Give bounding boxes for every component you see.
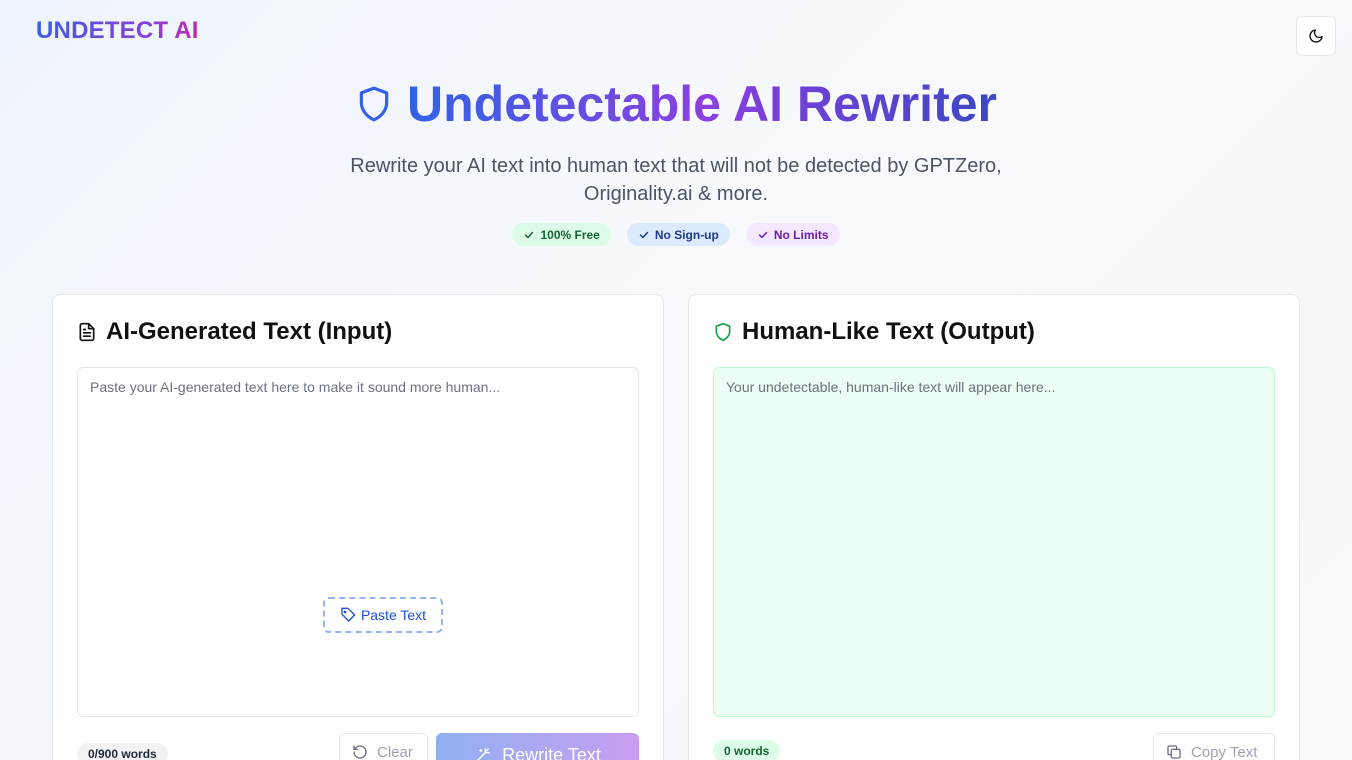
moon-icon	[1309, 29, 1323, 43]
input-card: AI-Generated Text (Input) Paste your AI-…	[52, 294, 664, 760]
brand-logo[interactable]: UNDETECT AI	[36, 17, 199, 45]
input-card-title: AI-Generated Text (Input)	[106, 318, 393, 345]
check-icon	[525, 231, 534, 238]
output-card-header: Human-Like Text (Output)	[713, 317, 1035, 347]
rewrite-label: Rewrite Text	[502, 744, 601, 760]
input-word-count: 0/900 words	[77, 743, 168, 760]
document-icon	[79, 322, 95, 342]
feature-badges: 100% Free No Sign-up No Limits	[0, 223, 1352, 246]
badge-free: 100% Free	[512, 223, 611, 246]
input-placeholder: Paste your AI-generated text here to mak…	[90, 379, 501, 395]
output-placeholder: Your undetectable, human-like text will …	[726, 379, 1056, 395]
badge-no-signup: No Sign-up	[626, 223, 730, 246]
input-textarea[interactable]: Paste your AI-generated text here to mak…	[77, 367, 639, 717]
output-word-count: 0 words	[713, 740, 781, 760]
check-icon	[758, 231, 768, 238]
badge-label: No Sign-up	[654, 227, 719, 242]
badge-label: 100% Free	[540, 227, 600, 242]
shield-icon	[359, 86, 389, 122]
page-subtitle: Rewrite your AI text into human text tha…	[350, 155, 1002, 205]
copy-icon	[1167, 745, 1181, 759]
paste-text-button[interactable]: Paste Text	[323, 597, 443, 633]
page-title: Undetectable AI Rewriter	[407, 76, 997, 132]
check-icon	[639, 231, 649, 238]
tag-icon	[341, 607, 356, 622]
copy-text-button[interactable]: Copy Text	[1153, 733, 1275, 760]
paste-text-label: Paste Text	[360, 607, 427, 623]
reset-icon	[353, 745, 367, 759]
rewrite-text-button[interactable]: Rewrite Text	[436, 733, 639, 760]
shield-icon	[715, 322, 731, 342]
input-card-header: AI-Generated Text (Input)	[77, 317, 392, 347]
output-card-title: Human-Like Text (Output)	[742, 318, 1035, 345]
magic-wand-icon	[477, 748, 490, 760]
output-textarea[interactable]: Your undetectable, human-like text will …	[713, 367, 1275, 717]
clear-button[interactable]: Clear	[339, 733, 428, 760]
copy-label: Copy Text	[1191, 743, 1258, 760]
badge-no-limits: No Limits	[745, 223, 840, 246]
badge-label: No Limits	[773, 227, 829, 242]
output-card: Human-Like Text (Output) Your undetectab…	[688, 294, 1300, 760]
theme-toggle-button[interactable]	[1296, 16, 1336, 56]
hero-title: Undetectable AI Rewriter	[0, 74, 1352, 134]
clear-label: Clear	[377, 743, 413, 760]
